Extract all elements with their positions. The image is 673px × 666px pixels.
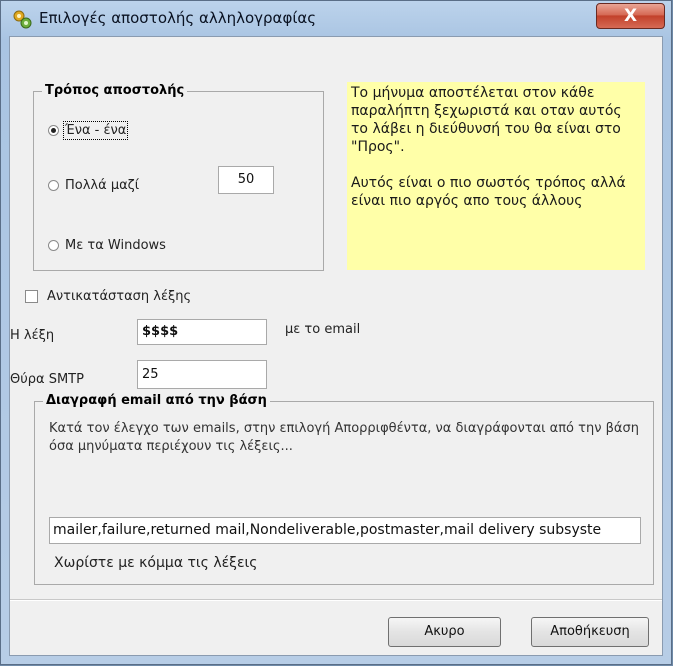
title-bar[interactable]: Επιλογές αποστολής αλληλογραφίας X (1, 1, 671, 35)
radio-many-together-label: Πολλά μαζί (65, 177, 140, 193)
info-paragraph-2: Αυτός είναι ο πιο σωστός τρόπος αλλά είν… (351, 175, 626, 209)
keywords-hint: Χωρίστε με κόμμα τις λέξεις (54, 555, 258, 571)
delete-description: Κατά τον έλεγχο των emails, στην επιλογή… (49, 421, 639, 454)
radio-many-together[interactable]: Πολλά μαζί (48, 176, 139, 194)
radio-button[interactable] (48, 239, 59, 251)
info-paragraph-1: Το μήνυμα αποστέλεται στον κάθε παραλήπτ… (351, 85, 622, 155)
radio-button-checked[interactable] (48, 124, 59, 136)
delete-email-group: Διαγραφή email από την βάση Κατά τον έλε… (34, 393, 654, 585)
gears-icon (11, 8, 33, 30)
send-mode-group-title: Τρόπος αποστολής (42, 83, 188, 98)
replace-word-row[interactable]: Αντικατάσταση λέξης (25, 288, 191, 304)
separator (10, 599, 662, 601)
cancel-button[interactable]: Ακυρο (388, 617, 501, 647)
radio-button[interactable] (48, 179, 59, 191)
radio-one-by-one-label: Ένα - ένα (62, 120, 129, 140)
radio-one-by-one[interactable]: Ένα - ένα (48, 120, 129, 140)
radio-windows[interactable]: Με τα Windows (48, 236, 166, 254)
info-box: Το μήνυμα αποστέλεται στον κάθε παραλήπτ… (347, 82, 645, 270)
radio-windows-label: Με τα Windows (65, 237, 166, 253)
delete-email-group-title: Διαγραφή email από την βάση (43, 393, 270, 408)
batch-size-input[interactable]: 50 (218, 166, 274, 194)
replace-word-checkbox[interactable] (25, 289, 38, 303)
word-suffix-label: με το email (285, 322, 361, 337)
dialog-window: Επιλογές αποστολής αλληλογραφίας X Τρόπο… (0, 0, 672, 665)
smtp-port-label: Θύρα SMTP (10, 372, 84, 387)
smtp-port-input[interactable]: 25 (137, 360, 267, 389)
word-input[interactable]: $$$$ (137, 319, 267, 345)
dialog-content: Τρόπος αποστολής Ένα - ένα Πολλά μαζί 50… (9, 36, 663, 656)
send-mode-group: Τρόπος αποστολής Ένα - ένα Πολλά μαζί 50… (33, 83, 324, 271)
keywords-input[interactable]: mailer,failure,returned mail,Nondelivera… (49, 517, 641, 544)
save-button[interactable]: Αποθήκευση (531, 617, 649, 647)
window-title: Επιλογές αποστολής αλληλογραφίας (39, 9, 317, 27)
close-button[interactable]: X (596, 3, 665, 29)
replace-word-label: Αντικατάσταση λέξης (47, 288, 192, 304)
word-label: Η λέξη (10, 328, 55, 343)
